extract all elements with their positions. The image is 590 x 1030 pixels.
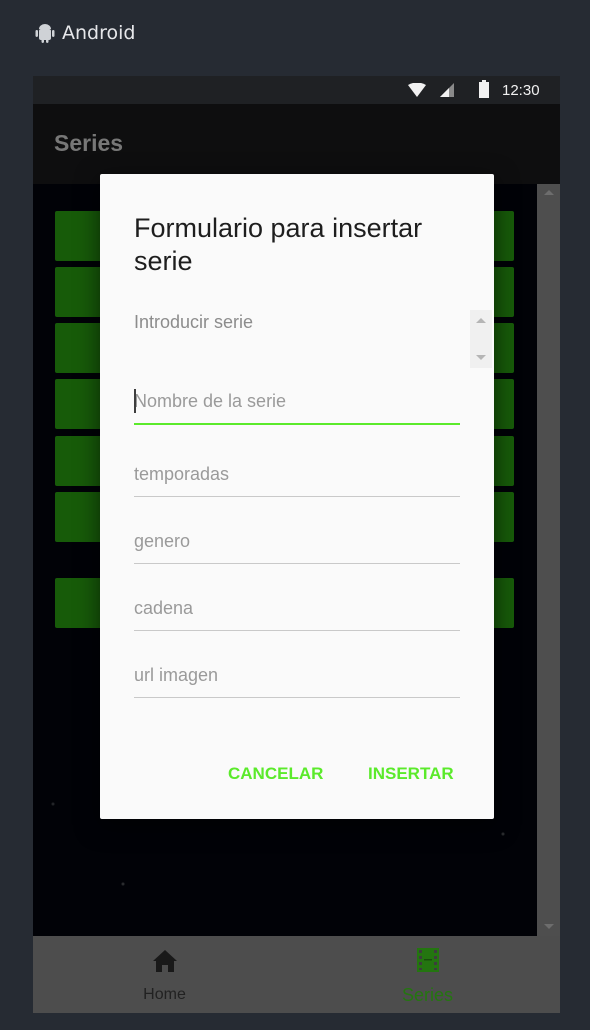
cancel-button[interactable]: CANCELAR — [228, 764, 323, 784]
platform-label: Android — [62, 22, 136, 44]
battery-icon — [479, 80, 489, 98]
signal-icon — [440, 83, 454, 97]
series-name-input[interactable] — [134, 379, 460, 425]
dialog-message: Introducir serie — [134, 312, 254, 332]
scroll-up-arrow-icon[interactable] — [476, 318, 486, 323]
status-bar: 12:30 — [33, 76, 560, 104]
insert-button[interactable]: INSERTAR — [368, 764, 454, 784]
dialog-scrollbar[interactable] — [470, 310, 492, 368]
scroll-down-arrow-icon[interactable] — [476, 355, 486, 360]
dialog-title: Formulario para insertar serie — [134, 213, 423, 276]
genre-input[interactable] — [134, 519, 460, 564]
insert-series-dialog: Formulario para insertar serie Introduci… — [100, 174, 494, 819]
network-input[interactable] — [134, 586, 460, 631]
text-cursor — [134, 389, 136, 413]
seasons-input[interactable] — [134, 452, 460, 497]
status-time: 12:30 — [502, 82, 540, 99]
image-url-input[interactable] — [134, 653, 460, 698]
android-icon — [35, 24, 55, 43]
wifi-icon — [408, 83, 426, 97]
platform-header: Android — [0, 0, 590, 76]
